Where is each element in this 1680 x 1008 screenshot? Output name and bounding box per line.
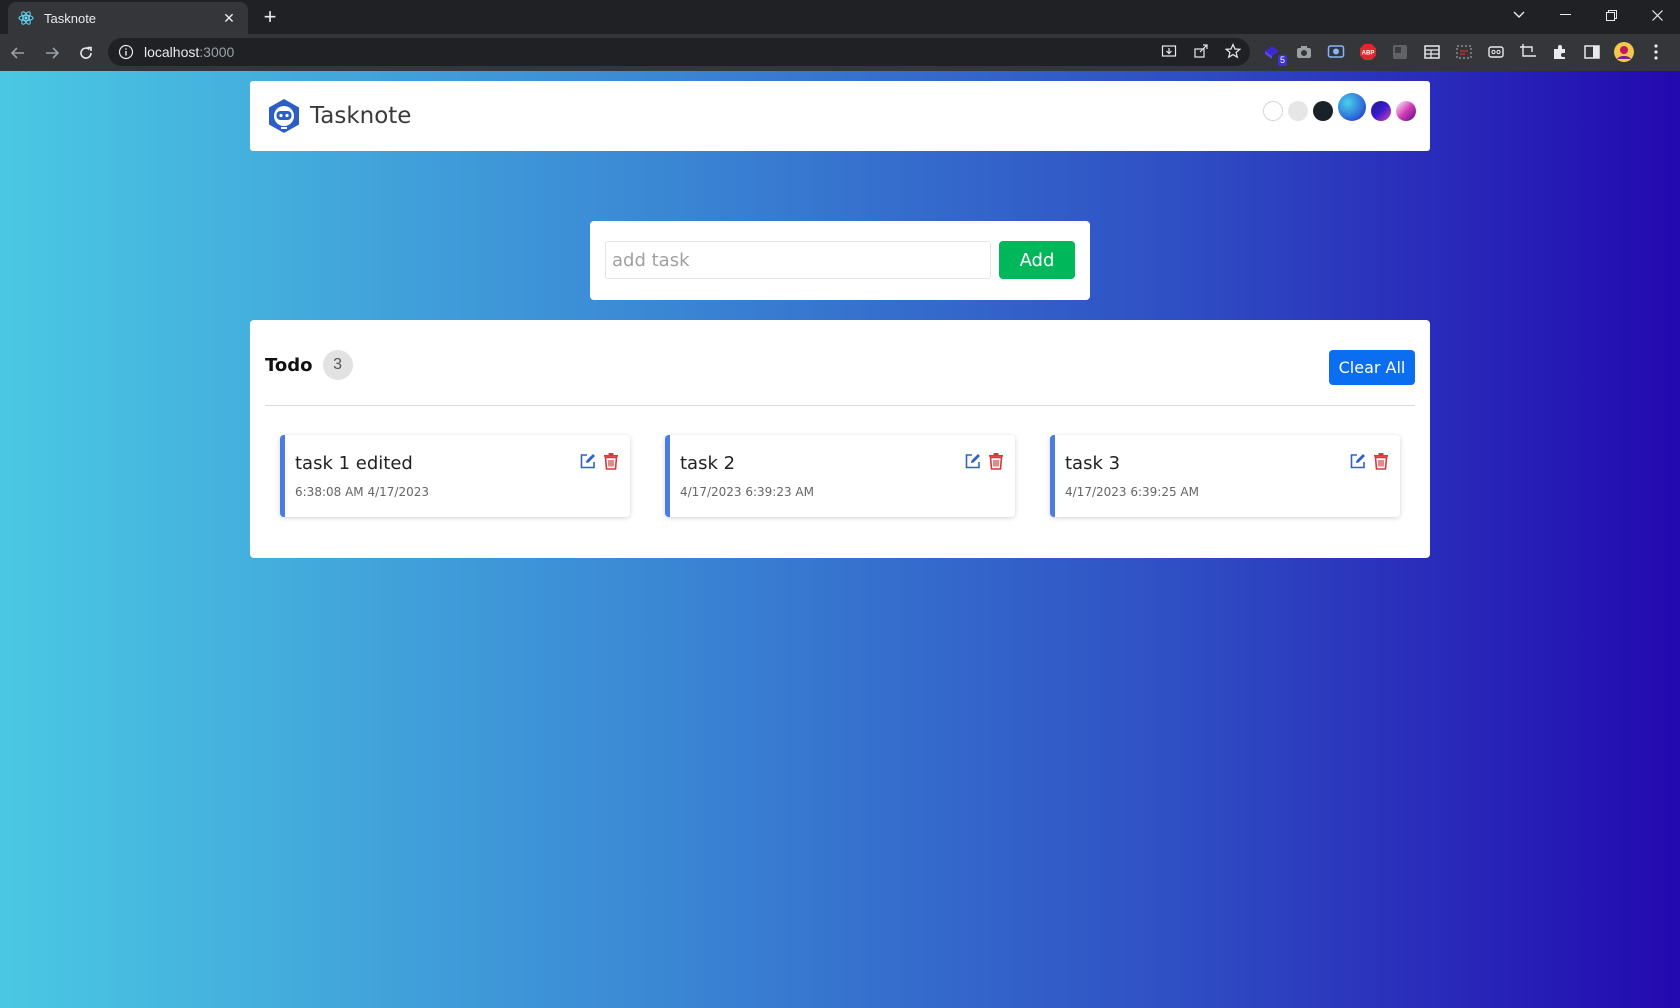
task-name: task 2	[680, 453, 736, 474]
task-name: task 1 edited	[295, 453, 413, 474]
task-card: task 3 4/17/2023 6:39:25 AM	[1050, 435, 1400, 517]
theme-pink[interactable]	[1396, 101, 1416, 121]
task-name: task 3	[1065, 453, 1121, 474]
extensions-row: 5 ABP	[1262, 38, 1666, 66]
browser-menu-icon[interactable]	[1646, 42, 1666, 62]
app-brand: Tasknote	[310, 103, 412, 129]
edit-icon[interactable]	[963, 451, 982, 470]
bookmark-star-icon[interactable]	[1224, 42, 1242, 60]
react-favicon-icon	[18, 10, 34, 26]
task-actions	[963, 451, 1005, 470]
grayed-extension-icon[interactable]	[1390, 42, 1410, 62]
edit-icon[interactable]	[578, 451, 597, 470]
task-card: task 2 4/17/2023 6:39:23 AM	[665, 435, 1015, 517]
todo-panel: Todo 3 Clear All task 1 edited 6:38:08 A…	[250, 320, 1430, 558]
theme-blue-gradient[interactable]	[1338, 93, 1366, 121]
tasknote-logo-icon	[266, 98, 302, 134]
svg-text:ABP: ABP	[1362, 51, 1375, 57]
todo-count-badge: 3	[322, 350, 353, 380]
theme-white[interactable]	[1263, 101, 1283, 121]
todo-header: Todo 3	[265, 350, 353, 380]
theme-switcher	[1263, 93, 1416, 121]
clear-all-button[interactable]: Clear All	[1329, 350, 1415, 385]
game-controller-extension-icon[interactable]	[1486, 42, 1506, 62]
add-task-input[interactable]	[605, 241, 991, 279]
back-icon[interactable]	[2, 37, 34, 69]
add-task-card: Add	[590, 221, 1090, 300]
minimize-icon[interactable]	[1542, 0, 1588, 30]
profile-avatar-icon[interactable]	[1614, 42, 1634, 62]
new-tab-button[interactable]: +	[258, 6, 282, 30]
restore-icon[interactable]	[1588, 0, 1634, 30]
url-port: :3000	[199, 44, 235, 60]
edit-icon[interactable]	[1348, 451, 1367, 470]
extension-purple-icon[interactable]: 5	[1262, 42, 1287, 66]
adblock-plus-icon[interactable]: ABP	[1358, 42, 1378, 62]
task-timestamp: 4/17/2023 6:39:23 AM	[680, 485, 814, 499]
tab-close-icon[interactable]: ✕	[220, 9, 238, 27]
camera-extension-icon[interactable]	[1294, 42, 1314, 62]
task-timestamp: 4/17/2023 6:39:25 AM	[1065, 485, 1199, 499]
browser-toolbar: localhost:3000 5 ABP	[0, 34, 1680, 71]
theme-light-gray[interactable]	[1288, 101, 1308, 121]
share-icon[interactable]	[1192, 42, 1210, 60]
forward-icon[interactable]	[36, 37, 68, 69]
page-viewport: Tasknote Add Todo 3 Clear All task 1 edi…	[0, 71, 1680, 1008]
address-bar[interactable]: localhost:3000	[108, 38, 1250, 66]
task-actions	[1348, 451, 1390, 470]
tab-title: Tasknote	[44, 10, 97, 26]
close-window-icon[interactable]	[1634, 0, 1680, 30]
browser-tab-strip: Tasknote ✕ +	[0, 0, 1680, 34]
todo-title: Todo	[265, 354, 313, 376]
task-card: task 1 edited 6:38:08 AM 4/17/2023	[280, 435, 630, 517]
extension-badge: 5	[1277, 55, 1287, 66]
task-actions	[578, 451, 620, 470]
address-bar-actions	[1160, 42, 1242, 60]
browser-tab[interactable]: Tasknote ✕	[8, 2, 248, 34]
app-header: Tasknote	[250, 81, 1430, 151]
crop-extension-icon[interactable]	[1518, 42, 1538, 62]
side-panel-icon[interactable]	[1582, 42, 1602, 62]
delete-trash-icon[interactable]	[986, 451, 1005, 470]
extensions-puzzle-icon[interactable]	[1550, 42, 1570, 62]
window-controls	[1496, 0, 1680, 30]
delete-trash-icon[interactable]	[601, 451, 620, 470]
reload-icon[interactable]	[70, 37, 102, 69]
delete-trash-icon[interactable]	[1371, 451, 1390, 470]
site-info-icon[interactable]	[118, 44, 134, 60]
selection-extension-icon[interactable]	[1454, 42, 1474, 62]
theme-dark[interactable]	[1313, 101, 1333, 121]
screen-recorder-icon[interactable]	[1326, 42, 1346, 62]
task-timestamp: 6:38:08 AM 4/17/2023	[295, 485, 429, 499]
divider	[265, 405, 1415, 406]
table-extension-icon[interactable]	[1422, 42, 1442, 62]
install-app-icon[interactable]	[1160, 42, 1178, 60]
tab-search-icon[interactable]	[1496, 0, 1542, 30]
url-host: localhost	[144, 44, 200, 60]
theme-purple[interactable]	[1371, 101, 1391, 121]
add-task-button[interactable]: Add	[999, 241, 1075, 279]
